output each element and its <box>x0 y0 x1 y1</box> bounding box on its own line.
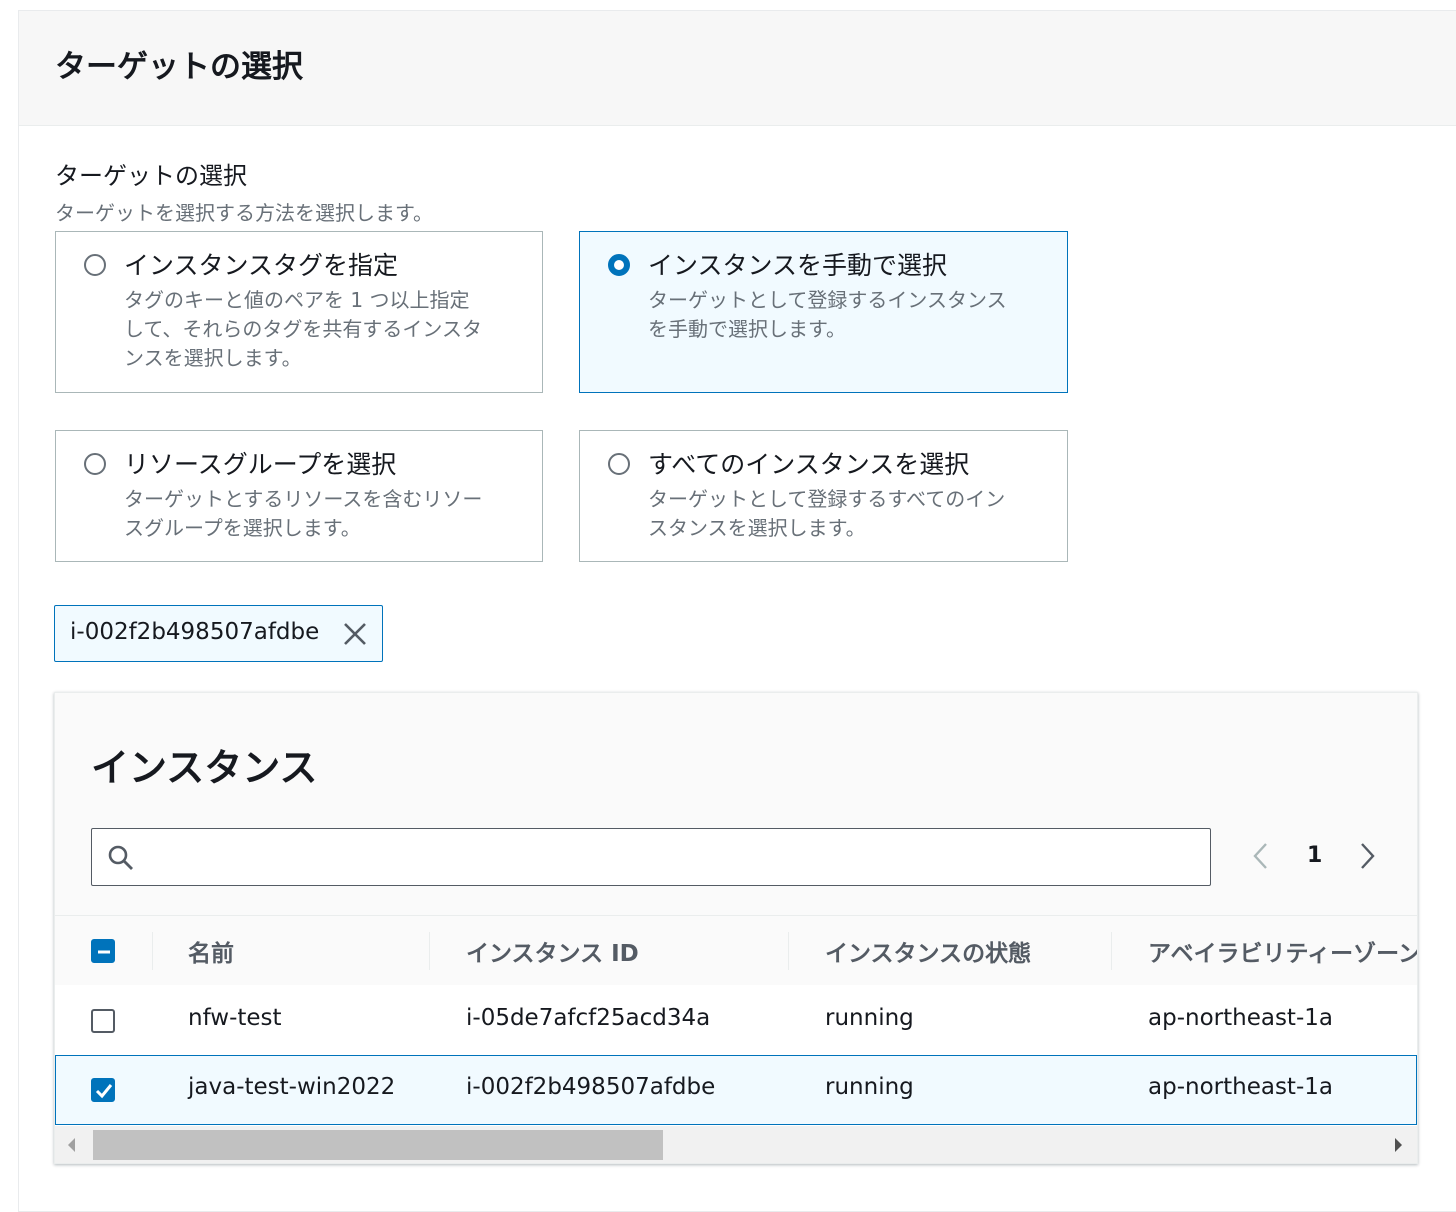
table-title: インスタンス <box>91 746 318 790</box>
column-header-name[interactable]: 名前 <box>188 934 234 968</box>
page-number-current[interactable]: 1 <box>1307 843 1322 868</box>
cell-instance-state: running <box>825 1005 914 1031</box>
tile-description-line: ターゲットとするリソースを含むリソー <box>124 487 483 511</box>
tile-description-line: スタンスを選択します。 <box>648 516 866 540</box>
tile-resource-group[interactable]: リソースグループを選択 ターゲットとするリソースを含むリソー スグループを選択し… <box>55 430 543 562</box>
scrollbar-thumb[interactable] <box>93 1130 663 1160</box>
search-box <box>91 828 1211 886</box>
radio-resource-group[interactable] <box>84 453 106 475</box>
cell-availability-zone: ap-northeast-1a <box>1148 1074 1333 1100</box>
tile-instance-tags[interactable]: インスタンスタグを指定 タグのキーと値のペアを 1 つ以上指定 して、それらのタ… <box>55 231 543 393</box>
tile-label: すべてのインスタンスを選択 <box>648 450 970 479</box>
tile-label: インスタンスを手動で選択 <box>648 251 948 280</box>
cell-instance-id: i-002f2b498507afdbe <box>466 1074 716 1100</box>
tile-description-line: タグのキーと値のペアを 1 つ以上指定 <box>124 288 470 312</box>
tile-description: ターゲットとして登録するすべてのイン スタンスを選択します。 <box>648 485 1005 543</box>
tile-description-line: ンスを選択します。 <box>124 346 302 370</box>
tile-description: ターゲットとするリソースを含むリソー スグループを選択します。 <box>124 485 482 543</box>
tile-description-line: を手動で選択します。 <box>648 317 846 341</box>
column-separator <box>788 932 789 970</box>
instances-table: インスタンス 1 名前 インスタンス ID インスタンスの状態 アベイラビリティ… <box>54 692 1418 1164</box>
tile-description: ターゲットとして登録するインスタンス を手動で選択します。 <box>648 286 1007 344</box>
radio-manual-select[interactable] <box>608 254 630 276</box>
cell-instance-id: i-05de7afcf25acd34a <box>466 1005 711 1031</box>
search-icon <box>106 843 136 873</box>
select-all-checkbox[interactable] <box>91 939 115 963</box>
close-icon[interactable] <box>342 621 368 647</box>
row-checkbox[interactable] <box>91 1009 115 1033</box>
table-row[interactable]: nfw-test i-05de7afcf25acd34a running ap-… <box>55 985 1417 1056</box>
table-row[interactable]: java-test-win2022 i-002f2b498507afdbe ru… <box>55 1055 1417 1125</box>
search-input[interactable] <box>148 835 1192 879</box>
cell-instance-state: running <box>825 1074 914 1100</box>
cell-name: java-test-win2022 <box>188 1074 396 1100</box>
panel-title: ターゲットの選択 <box>55 49 303 85</box>
horizontal-scrollbar[interactable] <box>55 1126 1417 1163</box>
row-checkbox[interactable] <box>91 1078 115 1102</box>
scroll-left-arrow-icon[interactable] <box>65 1137 79 1153</box>
panel-header: ターゲットの選択 <box>19 11 1456 126</box>
scroll-right-arrow-icon[interactable] <box>1391 1137 1405 1153</box>
tile-description-line: して、それらのタグを共有するインスタ <box>124 317 482 341</box>
tile-all-instances[interactable]: すべてのインスタンスを選択 ターゲットとして登録するすべてのイン スタンスを選択… <box>579 430 1068 562</box>
token-label: i-002f2b498507afdbe <box>70 619 320 645</box>
radio-instance-tags[interactable] <box>84 254 106 276</box>
radio-all-instances[interactable] <box>608 453 630 475</box>
tile-label: インスタンスタグを指定 <box>124 251 399 280</box>
cell-name: nfw-test <box>188 1005 282 1031</box>
column-header-instance-id[interactable]: インスタンス ID <box>466 934 639 968</box>
selected-instance-token: i-002f2b498507afdbe <box>54 605 383 662</box>
column-header-instance-state[interactable]: インスタンスの状態 <box>825 934 1031 968</box>
table-header-row: 名前 インスタンス ID インスタンスの状態 アベイラビリティーゾーン <box>55 915 1417 987</box>
column-separator <box>1111 932 1112 970</box>
tile-description-line: スグループを選択します。 <box>124 516 361 540</box>
chevron-right-icon[interactable] <box>1356 841 1378 871</box>
tile-description-line: ターゲットとして登録するすべてのイン <box>648 487 1006 511</box>
column-separator <box>152 932 153 970</box>
tile-label: リソースグループを選択 <box>124 450 397 479</box>
target-field-label: ターゲットの選択 <box>55 162 247 190</box>
tile-description: タグのキーと値のペアを 1 つ以上指定 して、それらのタグを共有するインスタ ン… <box>124 286 482 373</box>
table-header-area: インスタンス 1 <box>55 693 1417 915</box>
tile-description-line: ターゲットとして登録するインスタンス <box>648 288 1007 312</box>
tile-manual-select[interactable]: インスタンスを手動で選択 ターゲットとして登録するインスタンス を手動で選択しま… <box>579 231 1068 393</box>
chevron-left-icon[interactable] <box>1250 841 1272 871</box>
target-field-description: ターゲットを選択する方法を選択します。 <box>55 201 433 225</box>
cell-availability-zone: ap-northeast-1a <box>1148 1005 1333 1031</box>
column-separator <box>429 932 430 970</box>
column-header-availability-zone[interactable]: アベイラビリティーゾーン <box>1148 934 1417 968</box>
